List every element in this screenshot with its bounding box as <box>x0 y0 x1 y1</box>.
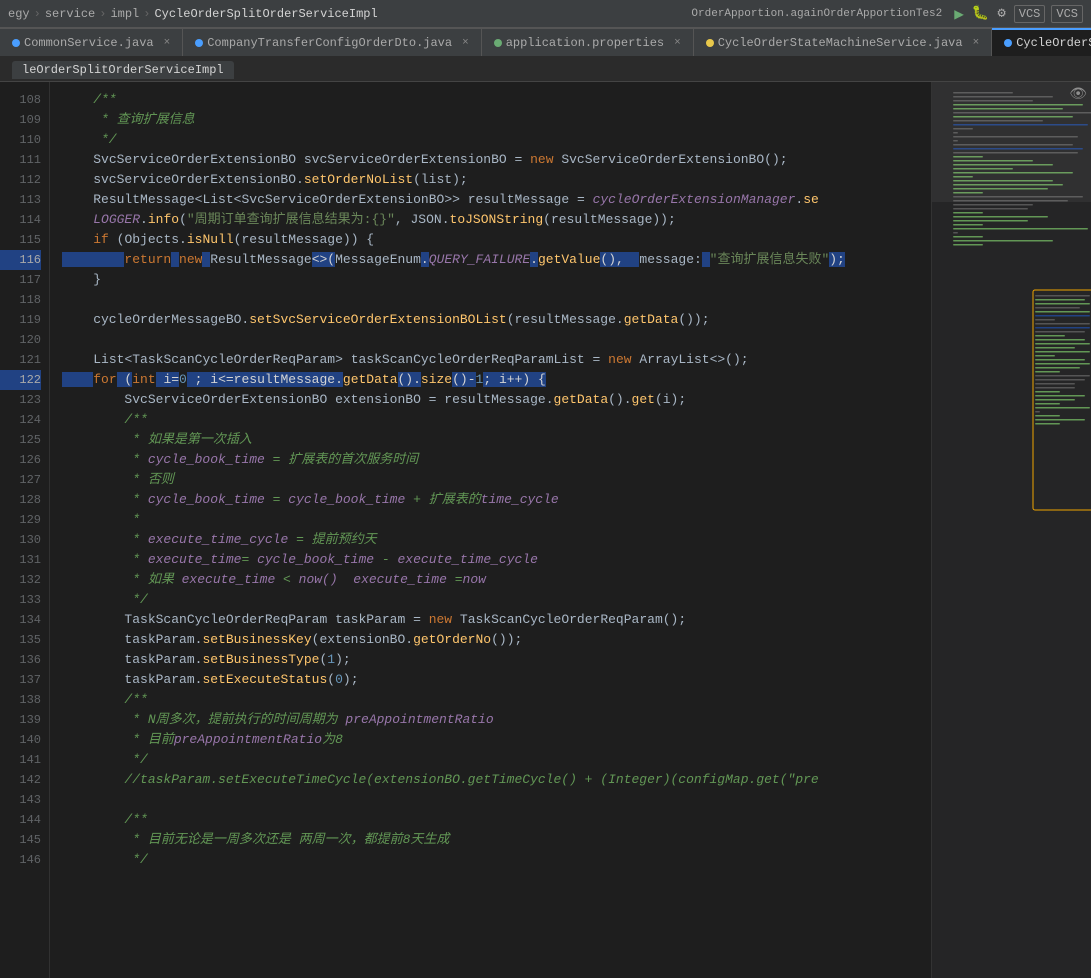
breadcrumb-segment: service <box>45 7 95 21</box>
main-content: 108 109 110 111 112 113 114 115 116 117 … <box>0 82 1091 978</box>
line-number: 132 <box>0 570 41 590</box>
run-config-label: OrderApportion.againOrderApportionTes2 <box>691 8 942 20</box>
line-number: 135 <box>0 630 41 650</box>
line-number: 122 <box>0 370 41 390</box>
line-number: 109 <box>0 110 41 130</box>
tab-dot <box>195 39 203 47</box>
tab-label: CycleOrderSplitOrderServiceImpl.ja <box>1016 36 1091 50</box>
vcs1-button[interactable]: VCS <box>1014 5 1046 23</box>
line-number: 137 <box>0 670 41 690</box>
tab-dot <box>1004 39 1012 47</box>
tab-dot <box>12 39 20 47</box>
minimap[interactable]: 👁 <box>931 82 1091 978</box>
line-number: 144 <box>0 810 41 830</box>
breadcrumb-segment: egy <box>8 7 30 21</box>
tab-statemachine[interactable]: CycleOrderStateMachineService.java × <box>694 28 992 56</box>
vcs2-button[interactable]: VCS <box>1051 5 1083 23</box>
line-number: 110 <box>0 130 41 150</box>
line-number: 141 <box>0 750 41 770</box>
line-number: 131 <box>0 550 41 570</box>
tab-dot <box>706 39 714 47</box>
line-number: 129 <box>0 510 41 530</box>
coverage-icon[interactable]: ⚙ <box>997 5 1005 22</box>
line-number: 140 <box>0 730 41 750</box>
tab-label: CommonService.java <box>24 36 154 50</box>
breadcrumb-segment: impl <box>110 7 139 21</box>
minimap-content <box>932 82 1091 970</box>
line-number: 138 <box>0 690 41 710</box>
line-number: 123 <box>0 390 41 410</box>
line-number: 143 <box>0 790 41 810</box>
run-icon[interactable]: ▶ <box>954 4 964 24</box>
line-number: 116 <box>0 250 41 270</box>
tab-commonservice[interactable]: CommonService.java × <box>0 28 183 56</box>
tab-label: CompanyTransferConfigOrderDto.java <box>207 36 452 50</box>
tab-bar: CommonService.java × CompanyTransferConf… <box>0 28 1091 58</box>
line-number: 117 <box>0 270 41 290</box>
breadcrumb-sep: › <box>143 7 150 21</box>
line-number: 145 <box>0 830 41 850</box>
line-number: 142 <box>0 770 41 790</box>
line-number: 111 <box>0 150 41 170</box>
tab-companytransfer[interactable]: CompanyTransferConfigOrderDto.java × <box>183 28 481 56</box>
line-number: 121 <box>0 350 41 370</box>
tab-close[interactable]: × <box>674 37 681 49</box>
line-number: 130 <box>0 530 41 550</box>
line-number: 115 <box>0 230 41 250</box>
line-number: 120 <box>0 330 41 350</box>
line-number: 128 <box>0 490 41 510</box>
line-number: 114 <box>0 210 41 230</box>
minimap-visible-area <box>932 82 1091 202</box>
tab-splitorderservice[interactable]: CycleOrderSplitOrderServiceImpl.ja × <box>992 28 1091 56</box>
line-numbers: 108 109 110 111 112 113 114 115 116 117 … <box>0 82 50 978</box>
line-number: 124 <box>0 410 41 430</box>
line-number: 127 <box>0 470 41 490</box>
tab-close[interactable]: × <box>973 37 980 49</box>
line-number: 125 <box>0 430 41 450</box>
line-number: 118 <box>0 290 41 310</box>
tab-close[interactable]: × <box>164 37 171 49</box>
line-number: 119 <box>0 310 41 330</box>
line-number: 112 <box>0 170 41 190</box>
line-number: 133 <box>0 590 41 610</box>
line-number: 146 <box>0 850 41 870</box>
debug-icon[interactable]: 🐛 <box>972 5 989 22</box>
line-number: 126 <box>0 450 41 470</box>
tab-properties[interactable]: application.properties × <box>482 28 694 56</box>
line-number: 108 <box>0 90 41 110</box>
code-scroll[interactable]: 108 109 110 111 112 113 114 115 116 117 … <box>0 82 931 978</box>
tab-close[interactable]: × <box>462 37 469 49</box>
active-file-label: leOrderSplitOrderServiceImpl <box>12 61 234 79</box>
breadcrumb-bar: egy › service › impl › CycleOrderSplitOr… <box>0 0 1091 28</box>
line-number: 134 <box>0 610 41 630</box>
tab-dot <box>494 39 502 47</box>
active-file-strip: leOrderSplitOrderServiceImpl <box>0 58 1091 82</box>
line-number: 113 <box>0 190 41 210</box>
line-number: 139 <box>0 710 41 730</box>
code-content[interactable]: /** * 查询扩展信息 */ SvcServiceOrderExtension… <box>50 82 931 978</box>
breadcrumb-sep: › <box>99 7 106 21</box>
tab-label: application.properties <box>506 36 664 50</box>
line-number: 136 <box>0 650 41 670</box>
breadcrumb-sep: › <box>34 7 41 21</box>
code-area: 108 109 110 111 112 113 114 115 116 117 … <box>0 82 931 978</box>
breadcrumb-current: CycleOrderSplitOrderServiceImpl <box>154 7 377 21</box>
tab-label: CycleOrderStateMachineService.java <box>718 36 963 50</box>
